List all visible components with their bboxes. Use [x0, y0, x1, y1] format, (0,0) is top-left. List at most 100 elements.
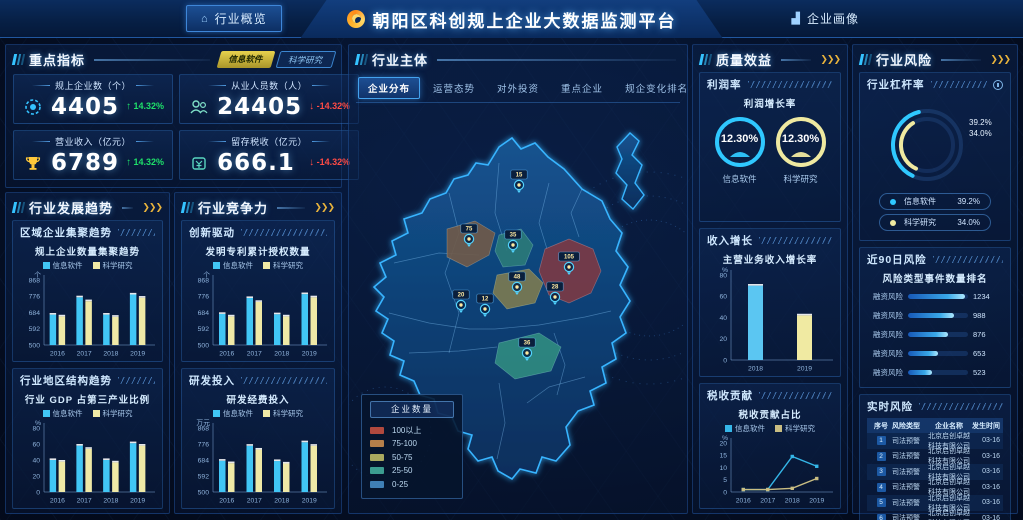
- quality-efficiency-panel: 质量效益 ❯❯❯ 利润率 利润增长率12.30%信息软件12.30%科学研究 收…: [692, 44, 848, 514]
- section-marker-icon: [700, 54, 711, 65]
- chart-patents: 发明专利累计授权数量信息软件科学研究500592684776868个201620…: [182, 242, 334, 361]
- trophy-icon: [22, 152, 44, 174]
- svg-text:684: 684: [29, 310, 41, 317]
- tab-key-enterprises[interactable]: 重点企业: [552, 78, 612, 98]
- district-ne-sliver: [616, 133, 644, 209]
- svg-text:500: 500: [198, 489, 210, 496]
- industry-competitiveness-title: 行业竞争力: [198, 198, 268, 217]
- regional-structure-subtitle: 行业地区结构趋势: [20, 373, 112, 388]
- chart-title: 研发经费投入: [187, 391, 329, 406]
- tab-operation-status[interactable]: 运营态势: [424, 78, 484, 98]
- legend-item: 科学研究: [93, 408, 133, 419]
- chart-enterprise-agglomeration: 规上企业数量集聚趋势信息软件科学研究500592684776868个201620…: [13, 242, 162, 361]
- hbar-row: 融资风险523: [873, 367, 997, 378]
- stat-label: 从业人员数（人）: [186, 79, 352, 92]
- svg-text:684: 684: [198, 457, 210, 464]
- map-legend-row: 25-50: [370, 464, 454, 478]
- tab-outbound-investment[interactable]: 对外投资: [488, 78, 548, 98]
- svg-text:20: 20: [32, 473, 40, 480]
- svg-text:2018: 2018: [103, 351, 118, 358]
- industry-subject-panel: 行业主体 企业分布 运营态势 对外投资 重点企业 规企变化排名: [348, 44, 688, 514]
- chart-legend: 信息软件科学研究: [18, 406, 157, 419]
- realtime-risk-table: 序号风险类型企业名称发生时间1司法预警北京启创卓越科技有限公司03-162司法预…: [867, 418, 1003, 520]
- map-legend: 企业数量 100以上75-10050-7525-500-25: [361, 394, 463, 500]
- svg-text:2018: 2018: [103, 498, 118, 505]
- industry-risk-panel: 行业风险 ❯❯❯ 行业杠杆率 39.2%34.0%信息软件39.2%科学研究34…: [852, 44, 1018, 514]
- svg-text:40: 40: [719, 315, 727, 322]
- svg-text:20: 20: [458, 293, 465, 299]
- filter-info-software[interactable]: 信息软件: [217, 51, 276, 68]
- hatch-decoration: [241, 377, 327, 384]
- stat-card-revenue: 营业收入（亿元） 6789 ↑ 14.32%: [13, 130, 173, 180]
- realtime-risk-subtitle: 实时风险: [867, 399, 913, 414]
- chart-legend: 信息软件科学研究: [187, 258, 329, 271]
- donut-gauge: 12.30%信息软件: [712, 114, 768, 185]
- svg-text:592: 592: [29, 326, 41, 333]
- top-header: ⌂ 行业概览 朝阳区科创规上企业大数据监测平台 ▟ 企业画像: [0, 0, 1023, 38]
- nav-enterprise-portrait[interactable]: ▟ 企业画像: [778, 6, 873, 31]
- nav-enterprise-portrait-label: 企业画像: [807, 10, 859, 27]
- section-marker-icon: [356, 54, 367, 65]
- svg-text:34.0%: 34.0%: [969, 129, 992, 138]
- nav-industry-overview[interactable]: ⌂ 行业概览: [186, 5, 282, 32]
- chart-tax-share: 税收贡献占比信息软件科学研究05101520%2016201720182019: [700, 405, 840, 508]
- stat-value: 4405: [51, 94, 119, 120]
- svg-text:500: 500: [198, 342, 210, 349]
- svg-text:2019: 2019: [130, 498, 145, 505]
- svg-text:60: 60: [719, 294, 727, 301]
- app-logo-icon: [347, 10, 365, 28]
- hatch-decoration: [748, 81, 834, 88]
- svg-text:105: 105: [564, 255, 575, 261]
- map-legend-title: 企业数量: [370, 401, 454, 418]
- donut-ring: 12.30%: [712, 114, 768, 170]
- industry-competitiveness-panel: 行业竞争力 ❯❯❯ 创新驱动 发明专利累计授权数量信息软件科学研究5005926…: [174, 192, 342, 514]
- donut-label: 科学研究: [783, 173, 817, 185]
- svg-text:2018: 2018: [748, 366, 763, 373]
- svg-text:2017: 2017: [77, 351, 92, 358]
- table-row[interactable]: 6司法预警北京启创卓越科技有限公司03-16: [867, 511, 1003, 520]
- legend-item: 信息软件: [43, 408, 83, 419]
- agglomeration-subtitle: 区域企业集聚趋势: [20, 225, 112, 240]
- district-map-area[interactable]: 1575351054828201236 企业数量 100以上75-10050-7…: [349, 103, 687, 513]
- svg-text:75: 75: [466, 227, 473, 233]
- chart-title: 规上企业数量集聚趋势: [18, 243, 157, 258]
- expand-chevrons-icon[interactable]: ❯❯❯: [142, 202, 162, 213]
- svg-text:0: 0: [723, 357, 727, 364]
- industry-trend-panel: 行业发展趋势 ❯❯❯ 区域企业集聚趋势 规上企业数量集聚趋势信息软件科学研究50…: [5, 192, 170, 514]
- svg-text:776: 776: [198, 441, 210, 448]
- staff-icon: [188, 96, 210, 118]
- tab-change-ranking[interactable]: 规企变化排名: [616, 78, 697, 98]
- hatch-decoration: [933, 256, 1003, 263]
- svg-text:个: 个: [34, 271, 41, 279]
- tab-enterprise-distribution[interactable]: 企业分布: [358, 77, 420, 99]
- svg-text:%: %: [35, 420, 41, 427]
- chart-income-growth: 主营业务收入增长率020406080%20182019: [700, 250, 840, 376]
- hatch-decoration: [118, 229, 155, 236]
- expand-chevrons-icon[interactable]: ❯❯❯: [820, 54, 840, 65]
- chart-rnd-spend: 研发经费投入信息软件科学研究500592684776868万元201620172…: [182, 390, 334, 508]
- expand-chevrons-icon[interactable]: ❯❯❯: [314, 202, 334, 213]
- expand-chevrons-icon[interactable]: ❯❯❯: [990, 54, 1010, 65]
- industry-subject-title: 行业主体: [372, 50, 428, 69]
- svg-text:2017: 2017: [247, 351, 262, 358]
- info-icon[interactable]: [993, 80, 1003, 90]
- svg-text:2018: 2018: [274, 498, 289, 505]
- filter-sci-research[interactable]: 科学研究: [276, 51, 337, 68]
- key-indicators-panel: 重点指标 信息软件 科学研究 规上企业数（个） 4405 ↑ 14.32% 从业…: [5, 44, 342, 188]
- svg-text:776: 776: [198, 294, 210, 301]
- tax-contribution-subtitle: 税收贡献: [707, 388, 753, 403]
- svg-text:2019: 2019: [130, 351, 145, 358]
- svg-text:5: 5: [723, 477, 727, 484]
- map-legend-row: 75-100: [370, 437, 454, 451]
- arrow-down-icon: ↓: [309, 101, 314, 112]
- map-tabs: 企业分布 运营态势 对外投资 重点企业 规企变化排名: [356, 74, 680, 103]
- income-growth-subpanel: 收入增长 主营业务收入增长率020406080%20182019: [699, 228, 841, 377]
- svg-text:776: 776: [29, 294, 41, 301]
- stat-value: 6789: [51, 150, 119, 176]
- stat-label: 规上企业数（个）: [20, 79, 166, 92]
- section-marker-icon: [182, 202, 193, 213]
- svg-text:40: 40: [32, 457, 40, 464]
- hbar-row: 融资风险653: [873, 348, 997, 359]
- svg-text:15: 15: [719, 453, 727, 460]
- legend-item: 科学研究: [93, 260, 133, 271]
